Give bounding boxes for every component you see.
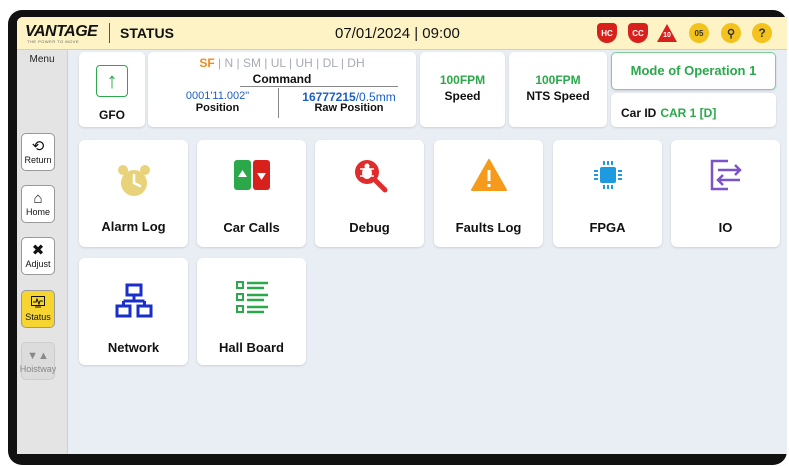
car-calls-icon [233,160,270,190]
speed-label: Speed [444,89,481,103]
tile-label: Hall Board [218,340,284,355]
return-icon: ⟲ [31,138,45,155]
command-position-card: SF | N | SM | UL | UH | DL | DH Command … [148,52,416,127]
sidebar-item-label: Return [24,155,52,165]
sidebar-item-status[interactable]: Status [21,290,55,328]
nts-speed-label: NTS Speed [526,89,590,103]
flag-dl: DL [322,56,338,70]
position-value: 0001'11.002" [185,90,250,102]
tile-fpga[interactable]: FPGA [553,140,662,247]
date-time: 07/01/2024 | 09:00 [335,25,460,42]
sidebar-item-adjust[interactable]: ✖ Adjust [21,237,55,275]
flag-dh: DH [347,56,365,70]
status-monitor-icon [31,296,45,312]
tile-hall-board[interactable]: Hall Board [197,258,306,365]
car-id-value: CAR 1 [D] [660,106,717,120]
tile-alarm-log[interactable]: Alarm Log [79,140,188,247]
sidebar-item-return[interactable]: ⟲ Return [21,133,55,171]
io-icon [710,159,742,191]
tile-debug[interactable]: Debug [315,140,424,247]
divider [240,86,398,87]
fault-count: 10 [663,32,671,39]
tile-label: Alarm Log [101,219,166,234]
tools-icon: ✖ [31,242,45,259]
sidebar-item-hoistway[interactable]: ▼▲ Hoistway [19,342,57,380]
flag-n: N [224,56,234,70]
tile-label: Debug [349,220,390,235]
tile-icon-area [553,148,662,202]
sidebar-item-label: Adjust [25,259,51,269]
command-label: Command [252,72,312,86]
help-icon[interactable]: ? [752,23,772,43]
mode-text: Mode of Operation 1 [630,63,757,78]
sidebar-item-home[interactable]: ⌂ Home [21,185,55,223]
tile-icon-area [79,154,188,208]
arrow-up-icon: ↑ [96,65,128,97]
tile-icon-area [197,270,306,324]
sidebar-item-label: Status [25,312,51,322]
gfo-card[interactable]: ↑ GFO [79,52,145,127]
hc-shield-icon[interactable]: HC [597,23,617,43]
divider [109,23,110,43]
fault-triangle-icon[interactable]: 10 [657,23,677,43]
gfo-label: GFO [99,108,125,122]
flag-ul: UL [270,56,286,70]
menu-label: Menu [29,54,55,65]
home-icon: ⌂ [33,190,43,207]
page-title: STATUS [120,25,174,41]
tile-label: Faults Log [455,220,522,235]
network-icon [115,283,152,318]
nts-speed-value: 100FPM [535,73,581,87]
alarm-clock-icon[interactable]: 05 [689,23,709,43]
sidebar-item-label: Home [25,207,50,217]
screen: VANTAGE THE POWER TO MOVE STATUS 07/01/2… [17,17,787,454]
flag-sf: SF [199,56,215,70]
nts-speed-card: 100FPM NTS Speed [509,52,607,127]
flag-uh: UH [295,56,313,70]
brand-tagline: THE POWER TO MOVE [27,39,80,44]
tile-label: FPGA [589,220,626,235]
tile-label: Network [107,340,160,355]
speed-value: 100FPM [439,73,486,87]
sidebar-item-label: Hoistway [19,364,57,374]
tile-car-calls[interactable]: Car Calls [197,140,306,247]
tile-icon-area [671,148,780,202]
tile-icon-area [315,148,424,202]
tile-faults-log[interactable]: Faults Log [434,140,543,247]
floor-flags: SF | N | SM | UL | UH | DL | DH [199,56,365,70]
divider [278,88,279,118]
speed-card: 100FPM Speed [420,52,505,127]
tile-icon-area [434,148,543,202]
bug-search-icon [354,160,387,193]
raw-position-label: Raw Position [314,102,384,114]
chip-icon [593,161,622,189]
car-id: Car ID CAR 1 [D] [621,106,716,120]
warning-icon [470,159,507,191]
alarm-count: 05 [694,28,704,38]
mode-of-operation[interactable]: Mode of Operation 1 [611,52,776,90]
help-text: ? [758,26,766,40]
hoistway-icon: ▼▲ [27,350,49,362]
tile-io[interactable]: IO [671,140,780,247]
list-icon [235,281,268,314]
cc-badge-text: CC [632,28,644,38]
tile-label: Car Calls [223,220,280,235]
alarm-clock-icon [117,165,150,196]
hc-badge-text: HC [601,28,613,38]
cc-shield-icon[interactable]: CC [628,23,648,43]
tile-label: IO [718,220,733,235]
car-id-card: Car ID CAR 1 [D] [611,93,776,127]
car-id-label: Car ID [621,106,657,120]
sidebar-menu: Menu ⟲ Return ⌂ Home ✖ Adjust Status ▼▲ … [17,50,68,454]
search-icon[interactable]: ⚲ [721,23,741,43]
flag-sm: SM [242,56,261,70]
top-bar: VANTAGE THE POWER TO MOVE STATUS 07/01/2… [17,17,787,50]
position-label: Position [195,102,240,114]
tile-network[interactable]: Network [79,258,188,365]
tile-icon-area [197,148,306,202]
tile-icon-area [79,274,188,328]
